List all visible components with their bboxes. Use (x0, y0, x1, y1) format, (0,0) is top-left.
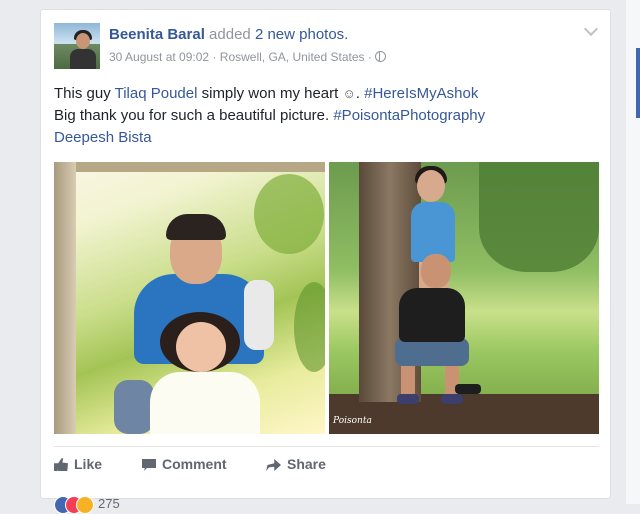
tagged-person-link[interactable]: Tilaq Poudel (115, 85, 198, 102)
photo-watermark: Poisonta (333, 416, 372, 426)
wow-reaction-icon (76, 496, 94, 514)
comment-button[interactable]: Comment (142, 456, 227, 472)
post-text-line-1: This guy Tilaq Poudel simply won my hear… (54, 83, 478, 105)
meta-separator: · (212, 50, 220, 64)
post-location[interactable]: Roswell, GA, United States (220, 50, 365, 64)
post-card: Beenita Baral added 2 new photos. 30 Aug… (40, 9, 611, 514)
smile-emoji: ☺ (342, 86, 356, 101)
chevron-down-icon[interactable] (583, 21, 599, 37)
avatar[interactable] (54, 23, 100, 69)
post-meta: 30 August at 09:02 · Roswell, GA, United… (109, 50, 387, 64)
post-text-line-3: Deepesh Bista (54, 127, 152, 149)
share-label: Share (287, 456, 326, 472)
meta-separator: · (367, 50, 376, 64)
like-label: Like (74, 456, 103, 472)
comment-label: Comment (162, 456, 227, 472)
like-button[interactable]: Like (54, 456, 102, 472)
post-photo-2[interactable]: Poisonta (329, 162, 599, 434)
scroll-accent (636, 48, 640, 118)
post-date[interactable]: 30 August at 09:02 (109, 50, 209, 64)
globe-icon[interactable] (375, 51, 387, 62)
hashtag-link[interactable]: #HereIsMyAshok (364, 85, 478, 102)
right-sidebar-edge (626, 0, 640, 504)
share-icon (266, 459, 281, 471)
post-action: added (209, 26, 251, 43)
photo-count-link[interactable]: 2 new photos. (255, 26, 348, 43)
post-text-line-2: Big thank you for such a beautiful pictu… (54, 105, 485, 127)
post-header: Beenita Baral added 2 new photos. (109, 26, 348, 43)
divider (54, 446, 599, 447)
post-text: Big thank you for such a beautiful pictu… (54, 107, 334, 124)
author-name[interactable]: Beenita Baral (109, 26, 205, 43)
post-text: . (355, 85, 365, 102)
post-photo-1[interactable] (54, 162, 325, 434)
comment-icon (142, 459, 156, 471)
like-icon (54, 458, 68, 471)
hashtag-link[interactable]: #PoisontaPhotography (333, 107, 485, 124)
post-text: This guy (54, 85, 115, 102)
post-text: simply won my heart (197, 85, 343, 102)
tagged-person-link[interactable]: Deepesh Bista (54, 129, 152, 146)
share-button[interactable]: Share (266, 456, 326, 472)
